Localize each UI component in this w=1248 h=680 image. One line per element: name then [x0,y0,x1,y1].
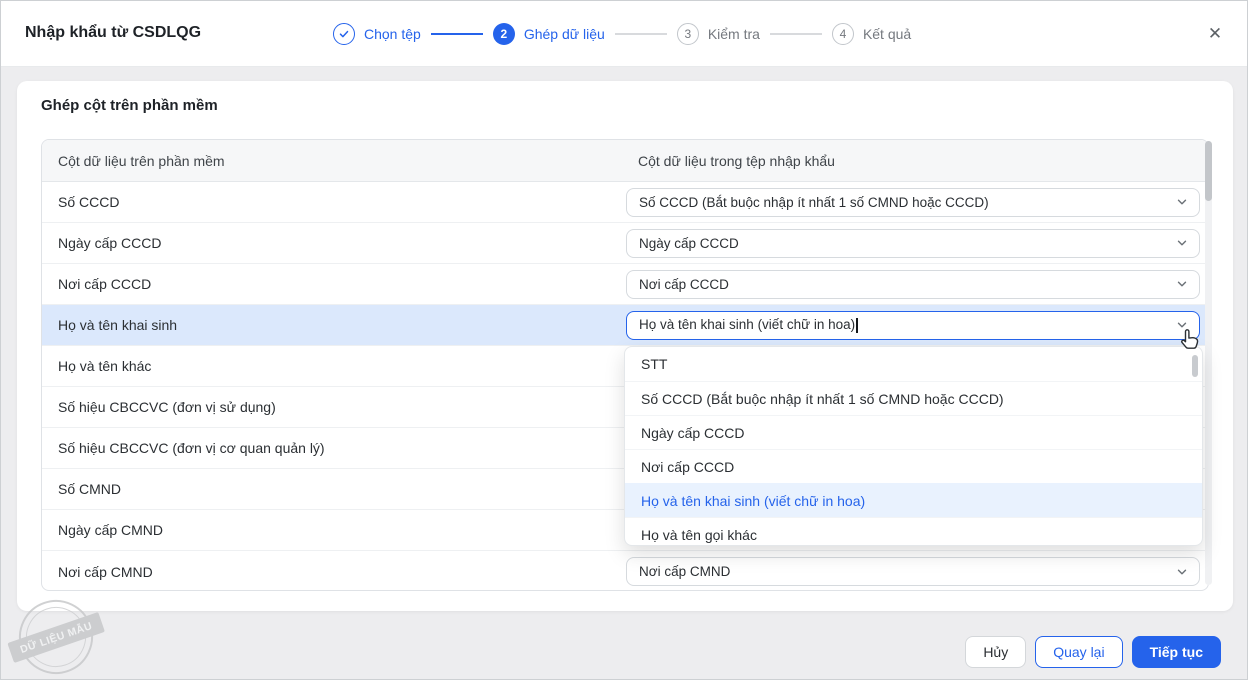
field-label: Nơi cấp CCCD [42,276,622,292]
table-scrollbar-track[interactable] [1205,141,1212,585]
field-label: Số CCCD [42,194,622,210]
field-label: Họ và tên khai sinh [42,317,622,333]
field-label: Số hiệu CBCCVC (đơn vị cơ quan quản lý) [42,440,622,456]
select-value: Nơi cấp CMND [639,564,730,579]
mapping-select-so-cccd[interactable]: Số CCCD (Bắt buộc nhập ít nhất 1 số CMND… [626,188,1200,217]
close-icon[interactable]: ✕ [1203,22,1227,46]
step-connector [431,33,483,35]
table-row: Ngày cấp CCCD Ngày cấp CCCD [42,223,1208,264]
field-label: Số hiệu CBCCVC (đơn vị sử dụng) [42,399,622,415]
step-number: 2 [493,23,515,45]
mapping-select-noi-cap-cccd[interactable]: Nơi cấp CCCD [626,270,1200,299]
section-heading: Ghép cột trên phần mềm [41,97,218,114]
dropdown-scrollbar-thumb[interactable] [1192,355,1198,377]
stepper: Chọn tệp 2 Ghép dữ liệu 3 Kiểm tra 4 Kết… [333,1,911,67]
dropdown-option[interactable]: STT [625,347,1202,381]
step-label: Kết quả [863,26,911,42]
dropdown-option-selected[interactable]: Họ và tên khai sinh (viết chữ in hoa) [625,483,1202,517]
step-done-circle [333,23,355,45]
chevron-down-icon [1175,195,1189,209]
field-label: Ngày cấp CCCD [42,235,622,251]
check-icon [338,28,350,40]
import-dialog: Nhập khẩu từ CSDLQG Chọn tệp 2 Ghép dữ l… [0,0,1248,680]
field-label: Họ và tên khác [42,358,622,374]
chevron-down-icon [1175,277,1189,291]
dialog-header: Nhập khẩu từ CSDLQG Chọn tệp 2 Ghép dữ l… [1,1,1247,67]
dropdown-option[interactable]: Số CCCD (Bắt buộc nhập ít nhất 1 số CMND… [625,381,1202,415]
mapping-combobox-ho-ten-khai-sinh[interactable]: Họ và tên khai sinh (viết chữ in hoa) [626,311,1200,340]
step-label: Chọn tệp [364,26,421,42]
text-caret [856,318,858,333]
back-button[interactable]: Quay lại [1035,636,1122,668]
step-number: 4 [832,23,854,45]
step-connector [770,33,822,35]
step-kiem-tra: 3 Kiểm tra [677,23,760,45]
field-label: Số CMND [42,481,622,497]
column-header-software: Cột dữ liệu trên phần mềm [42,153,622,169]
footer-actions: Hủy Quay lại Tiếp tục [965,636,1221,668]
table-row: Nơi cấp CCCD Nơi cấp CCCD [42,264,1208,305]
step-ghep-du-lieu: 2 Ghép dữ liệu [493,23,605,45]
stamp-ribbon-text: DỮ LIỆU MẪU [7,612,105,663]
chevron-down-icon [1175,565,1189,579]
table-row: Nơi cấp CMND Nơi cấp CMND [42,551,1208,591]
select-value: Số CCCD (Bắt buộc nhập ít nhất 1 số CMND… [639,195,989,210]
field-label: Ngày cấp CMND [42,522,622,538]
step-chon-tep: Chọn tệp [333,23,421,45]
mouse-cursor-icon [1178,327,1202,353]
step-ket-qua: 4 Kết quả [832,23,911,45]
dropdown-panel: STT Số CCCD (Bắt buộc nhập ít nhất 1 số … [624,346,1203,546]
step-label: Kiểm tra [708,26,760,42]
table-scrollbar-thumb[interactable] [1205,141,1212,201]
select-value: Ngày cấp CCCD [639,236,739,251]
dialog-title: Nhập khẩu từ CSDLQG [25,24,201,42]
continue-button[interactable]: Tiếp tục [1132,636,1221,668]
select-value: Nơi cấp CCCD [639,277,729,292]
field-label: Nơi cấp CMND [42,564,622,580]
step-connector [615,33,667,35]
mapping-select-noi-cap-cmnd[interactable]: Nơi cấp CMND [626,557,1200,586]
combobox-value: Họ và tên khai sinh (viết chữ in hoa) [639,317,858,333]
dropdown-option[interactable]: Ngày cấp CCCD [625,415,1202,449]
table-row: Số CCCD Số CCCD (Bắt buộc nhập ít nhất 1… [42,182,1208,223]
cancel-button[interactable]: Hủy [965,636,1026,668]
step-label: Ghép dữ liệu [524,26,605,42]
dropdown-option[interactable]: Họ và tên gọi khác [625,517,1202,546]
chevron-down-icon [1175,236,1189,250]
dropdown-option[interactable]: Nơi cấp CCCD [625,449,1202,483]
table-header-row: Cột dữ liệu trên phần mềm Cột dữ liệu tr… [42,140,1208,182]
table-row-active: Họ và tên khai sinh Họ và tên khai sinh … [42,305,1208,346]
column-header-file: Cột dữ liệu trong tệp nhập khẩu [622,153,1208,169]
step-number: 3 [677,23,699,45]
mapping-select-ngay-cap-cccd[interactable]: Ngày cấp CCCD [626,229,1200,258]
